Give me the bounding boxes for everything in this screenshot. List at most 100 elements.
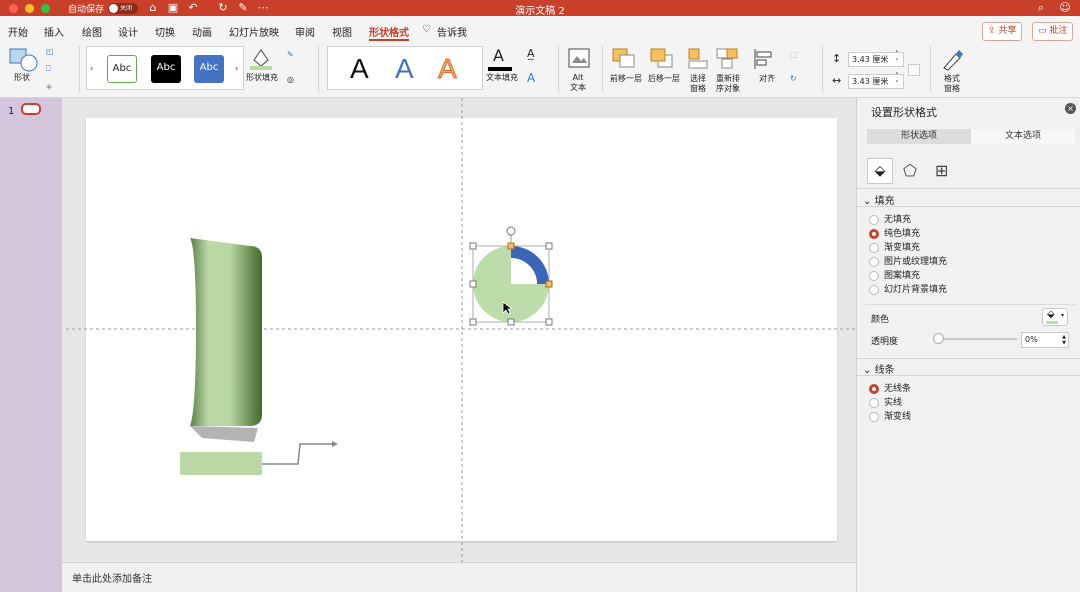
tab-text-options[interactable]: 文本选项 <box>971 129 1075 144</box>
tab-slideshow[interactable]: 幻灯片放映 <box>229 24 279 39</box>
shape-fill-icon[interactable] <box>248 46 274 70</box>
align-label: 对齐 <box>759 74 775 83</box>
panel-close-icon[interactable]: × <box>1065 103 1076 114</box>
merge-shapes-icon[interactable]: ◈ <box>46 82 52 92</box>
panel-divider <box>857 188 1080 189</box>
align-icon[interactable] <box>753 48 775 70</box>
gallery-next-icon[interactable]: › <box>235 64 238 74</box>
style-swatch-black[interactable]: Abc <box>151 55 181 83</box>
line-option-none[interactable]: 无线条 <box>869 383 911 395</box>
transparency-field[interactable]: 0% ▲ ▼ <box>1021 332 1069 348</box>
comment-label: 批注 <box>1049 26 1068 36</box>
radio-selected-icon <box>869 228 879 239</box>
line-section-header[interactable]: ⌄ 线条 <box>863 361 895 376</box>
adjust-handle-top[interactable] <box>507 242 515 250</box>
slide-number: 1 <box>8 106 15 117</box>
shape-effects-icon[interactable]: ◎ <box>287 75 294 85</box>
fill-option-pattern[interactable]: 图案填充 <box>869 270 920 282</box>
elbow-connector[interactable] <box>262 443 334 465</box>
radio-icon <box>869 411 879 422</box>
shape-style-gallery: ‹ Abc Abc Abc › <box>86 46 244 90</box>
tab-design[interactable]: 设计 <box>118 24 138 39</box>
text-outline-icon[interactable]: A̲ <box>527 48 535 59</box>
paint-bucket-icon: ⬙ <box>1047 309 1055 320</box>
color-picker-button[interactable]: ⬙ ▾ <box>1042 308 1068 326</box>
lightbulb-icon: ♡ <box>422 24 431 35</box>
divider <box>558 46 559 92</box>
fill-section-header[interactable]: ⌄ 填充 <box>863 192 895 207</box>
send-backward-label: 后移一层 <box>648 74 680 83</box>
selection-pane-icon[interactable] <box>688 48 710 70</box>
size-properties-icon[interactable]: ⊞ <box>935 161 948 180</box>
tab-shape-options[interactable]: 形状选项 <box>867 129 971 144</box>
text-effects-icon[interactable]: A <box>527 72 535 84</box>
alt-text-icon[interactable] <box>568 48 592 70</box>
rotation-handle[interactable] <box>506 226 516 236</box>
tab-insert[interactable]: 插入 <box>44 24 64 39</box>
effects-icon[interactable]: ⬠ <box>903 161 917 180</box>
line-option-solid[interactable]: 实线 <box>869 397 902 409</box>
width-stepper-icon[interactable]: ˄ ˅ <box>895 72 899 88</box>
ribbon-tabs: 开始 插入 绘图 设计 切换 动画 幻灯片放映 审阅 视图 形状格式 ♡ 告诉我 <box>0 16 1080 42</box>
text-box-icon[interactable]: ⎕ <box>46 64 51 74</box>
green-rectangle-shape[interactable] <box>180 452 262 475</box>
divider <box>930 46 931 92</box>
fill-option-slide-background[interactable]: 幻灯片背景填充 <box>869 284 947 296</box>
line-option-gradient[interactable]: 渐变线 <box>869 411 911 423</box>
account-icon[interactable]: ☺ <box>1058 1 1072 15</box>
width-icon: ↔ <box>832 74 842 87</box>
bring-forward-icon[interactable] <box>612 48 638 70</box>
tab-shape-format[interactable]: 形状格式 <box>369 24 409 41</box>
send-backward-icon[interactable] <box>650 48 676 70</box>
tab-view[interactable]: 视图 <box>332 24 352 39</box>
wordart-orange[interactable]: A <box>438 53 458 85</box>
comment-button[interactable]: ▭ 批注 <box>1032 22 1074 41</box>
divider <box>602 46 603 92</box>
fill-option-label: 图案填充 <box>884 271 921 281</box>
green-tab-shape[interactable] <box>190 238 262 426</box>
fill-option-gradient[interactable]: 渐变填充 <box>869 242 920 254</box>
style-swatch-outline[interactable]: Abc <box>107 55 137 83</box>
height-icon: ↕ <box>832 52 842 65</box>
slide-thumbnail-pane <box>0 98 62 592</box>
lock-aspect-icon[interactable] <box>908 64 920 76</box>
reorder-objects-icon[interactable] <box>716 48 740 70</box>
adjust-handle-right[interactable] <box>545 280 553 288</box>
tab-draw[interactable]: 绘图 <box>82 24 102 39</box>
tab-tell-me[interactable]: 告诉我 <box>437 24 467 39</box>
radio-icon <box>869 242 879 253</box>
fill-option-none[interactable]: 无填充 <box>869 214 911 226</box>
format-pane-icon[interactable] <box>940 48 964 72</box>
transparency-slider[interactable] <box>933 333 1017 344</box>
radio-icon <box>869 270 879 281</box>
rotate-icon[interactable]: ↻ <box>790 74 797 84</box>
search-icon[interactable]: ⌕ <box>1034 1 1048 15</box>
slider-thumb[interactable] <box>933 333 944 344</box>
wordart-black[interactable]: A <box>350 53 369 85</box>
tab-animations[interactable]: 动画 <box>192 24 212 39</box>
color-label: 颜色 <box>871 315 890 325</box>
shape-outline-icon[interactable]: ✎ <box>287 50 294 60</box>
tab-transitions[interactable]: 切换 <box>155 24 175 39</box>
shape-label: 形状 <box>14 73 30 82</box>
transparency-stepper-icon[interactable]: ▲ ▼ <box>1062 334 1066 346</box>
tab-home[interactable]: 开始 <box>8 24 28 39</box>
text-fill-icon[interactable]: A <box>488 46 512 72</box>
style-swatch-blue[interactable]: Abc <box>194 55 224 83</box>
gallery-prev-icon[interactable]: ‹ <box>90 64 93 74</box>
group-icon[interactable]: ⬚ <box>790 50 798 60</box>
slide-thumbnail[interactable] <box>21 103 41 115</box>
tab-review[interactable]: 审阅 <box>295 24 315 39</box>
radio-icon <box>869 397 879 408</box>
height-value: 3.43 厘米 <box>852 55 889 64</box>
fill-option-picture[interactable]: 图片或纹理填充 <box>869 256 947 268</box>
fill-line-icon[interactable]: ⬙ <box>867 158 893 184</box>
fill-option-solid[interactable]: 纯色填充 <box>869 228 920 240</box>
share-button[interactable]: ⇪ 共享 <box>982 22 1023 41</box>
shape-icon[interactable] <box>9 48 39 72</box>
fill-option-label: 幻灯片背景填充 <box>884 285 948 295</box>
notes-pane[interactable]: 单击此处添加备注 <box>62 562 856 592</box>
edit-shape-icon[interactable]: ◰ <box>46 47 54 57</box>
wordart-blue[interactable]: A <box>395 53 414 85</box>
height-stepper-icon[interactable]: ˄ ˅ <box>895 50 899 66</box>
